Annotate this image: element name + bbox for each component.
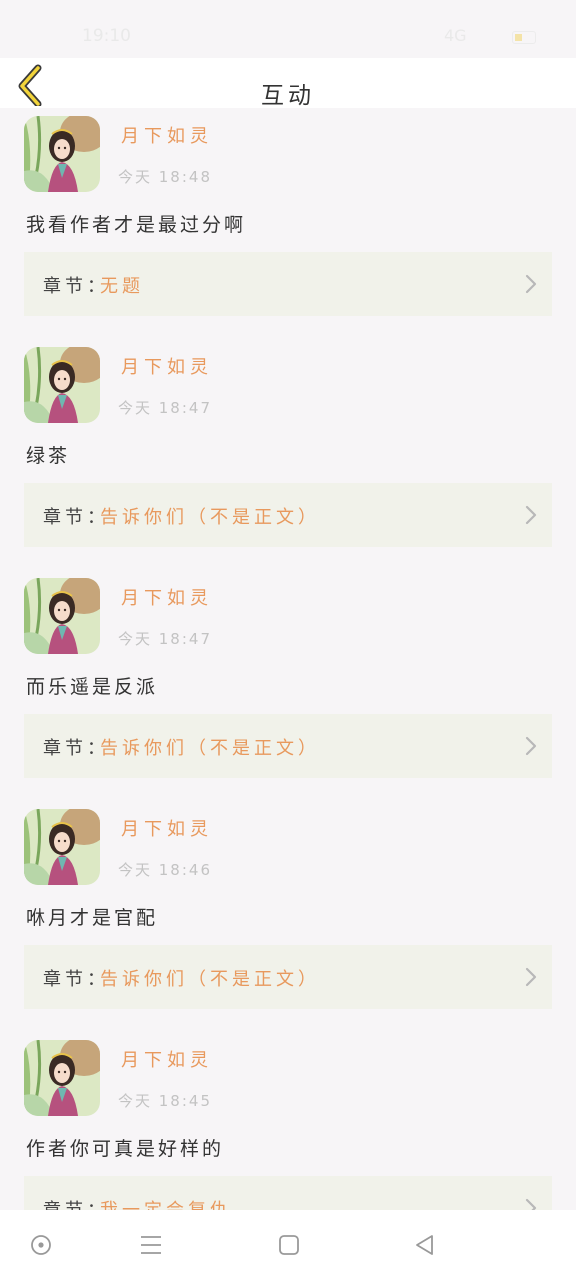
comment-text: 绿茶 bbox=[26, 445, 71, 467]
comment-time: 今天 18:47 bbox=[118, 399, 212, 417]
username[interactable]: 月下如灵 bbox=[121, 584, 213, 610]
comment-item: 月下如灵 今天 18:46 咻月才是官配 章节： 告诉你们（不是正文） bbox=[0, 801, 576, 1033]
comment-time: 今天 18:45 bbox=[118, 1092, 212, 1110]
avatar[interactable] bbox=[24, 578, 100, 654]
comment-item: 月下如灵 今天 18:45 作者你可真是好样的 章节： 我一定会复仇 bbox=[0, 1032, 576, 1210]
signal-indicator: 4G bbox=[444, 26, 467, 45]
header: 互动 bbox=[0, 58, 576, 109]
comment-item: 月下如灵 今天 18:47 绿茶 章节： 告诉你们（不是正文） bbox=[0, 339, 576, 571]
comment-list[interactable]: 月下如灵 今天 18:48 我看作者才是最过分啊 章节： 无题 月下如灵 今天 … bbox=[0, 108, 576, 1210]
battery-icon bbox=[512, 31, 536, 44]
chevron-right-icon bbox=[525, 736, 537, 756]
square-icon[interactable] bbox=[276, 1232, 302, 1258]
avatar[interactable] bbox=[24, 809, 100, 885]
comment-text: 而乐遥是反派 bbox=[26, 676, 159, 698]
chapter-link[interactable]: 章节： 无题 bbox=[24, 252, 552, 316]
username[interactable]: 月下如灵 bbox=[121, 815, 213, 841]
comment-text: 作者你可真是好样的 bbox=[26, 1138, 225, 1160]
system-nav-bar bbox=[0, 1210, 576, 1280]
chapter-name: 无题 bbox=[100, 276, 144, 297]
avatar[interactable] bbox=[24, 116, 100, 192]
circle-dot-icon[interactable] bbox=[28, 1232, 54, 1258]
chevron-right-icon bbox=[525, 1198, 537, 1210]
comment-text: 咻月才是官配 bbox=[26, 907, 159, 929]
chapter-link[interactable]: 章节： 我一定会复仇 bbox=[24, 1176, 552, 1210]
comment-text: 我看作者才是最过分啊 bbox=[26, 214, 247, 236]
chevron-right-icon bbox=[525, 505, 537, 525]
triangle-back-icon[interactable] bbox=[412, 1232, 438, 1258]
comment-time: 今天 18:48 bbox=[118, 168, 212, 186]
chapter-name: 告诉你们（不是正文） bbox=[100, 738, 320, 759]
chevron-right-icon bbox=[525, 274, 537, 294]
username[interactable]: 月下如灵 bbox=[121, 353, 213, 379]
chapter-name: 告诉你们（不是正文） bbox=[100, 507, 320, 528]
comment-time: 今天 18:46 bbox=[118, 861, 212, 879]
avatar[interactable] bbox=[24, 1040, 100, 1116]
username[interactable]: 月下如灵 bbox=[121, 1046, 213, 1072]
chapter-link[interactable]: 章节： 告诉你们（不是正文） bbox=[24, 483, 552, 547]
page-title: 互动 bbox=[261, 83, 315, 109]
status-time: 19:10 bbox=[82, 26, 131, 46]
comment-item: 月下如灵 今天 18:48 我看作者才是最过分啊 章节： 无题 bbox=[0, 108, 576, 340]
comment-item: 月下如灵 今天 18:47 而乐遥是反派 章节： 告诉你们（不是正文） bbox=[0, 570, 576, 802]
comment-time: 今天 18:47 bbox=[118, 630, 212, 648]
menu-icon[interactable] bbox=[138, 1232, 164, 1258]
chapter-link[interactable]: 章节： 告诉你们（不是正文） bbox=[24, 714, 552, 778]
status-bar: 19:10 4G bbox=[0, 0, 576, 58]
chapter-name: 我一定会复仇 bbox=[100, 1196, 232, 1210]
username[interactable]: 月下如灵 bbox=[121, 122, 213, 148]
chapter-link[interactable]: 章节： 告诉你们（不是正文） bbox=[24, 945, 552, 1009]
chevron-right-icon bbox=[525, 967, 537, 987]
avatar[interactable] bbox=[24, 347, 100, 423]
chapter-name: 告诉你们（不是正文） bbox=[100, 969, 320, 990]
